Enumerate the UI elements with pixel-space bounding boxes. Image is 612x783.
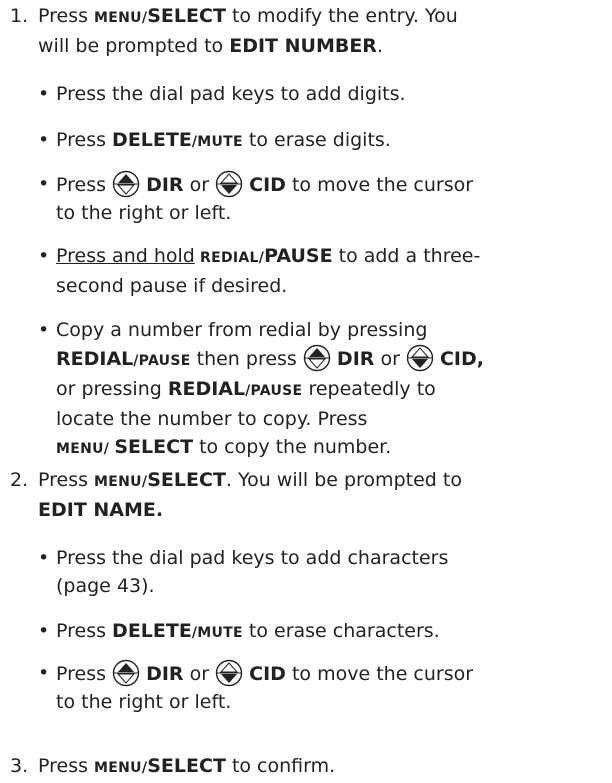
step-text: Press MENU/SELECT to modify the entry. Y… — [38, 2, 612, 60]
bullet-dot: • — [38, 173, 50, 195]
bullet-text: Press the dial pad keys to add digits. — [56, 83, 406, 105]
text: will be prompted to — [38, 35, 230, 57]
cid-key-label: CID — [249, 663, 286, 685]
text: to add a three- — [332, 245, 481, 267]
text: Press the dial pad keys to add character… — [56, 547, 449, 569]
text: second pause if desired. — [56, 275, 288, 297]
dir-up-arrow-icon — [303, 344, 331, 372]
redial-key-label: REDIAL — [56, 348, 134, 370]
redial-key-label: REDIAL — [167, 378, 246, 400]
text: to the right or left. — [56, 691, 232, 713]
menu-key-label: MENU/ — [94, 10, 148, 26]
text: Press — [38, 469, 95, 491]
text: or — [374, 348, 406, 370]
pause-key-label: /PAUSE — [245, 383, 303, 399]
text: or pressing — [56, 378, 168, 400]
text: . — [376, 35, 383, 57]
text: locate the number to copy. Press — [56, 408, 368, 430]
dir-up-arrow-icon — [112, 659, 140, 687]
dir-key-label: DIR — [336, 348, 375, 370]
text: to erase digits. — [242, 129, 391, 151]
edit-name-label: EDIT NAME. — [38, 499, 164, 521]
cid-down-arrow-icon — [406, 344, 434, 372]
menu-key-label: MENU/ — [56, 441, 115, 457]
select-key-label: SELECT — [114, 436, 194, 458]
mute-key-label: /MUTE — [191, 134, 243, 150]
dir-key-label: DIR — [146, 663, 184, 685]
text: repeatedly to — [302, 378, 436, 400]
select-key-label: SELECT — [147, 469, 226, 491]
text: to move the cursor — [285, 663, 474, 685]
delete-key-label: DELETE — [112, 620, 192, 642]
menu-key-label: MENU/ — [94, 474, 148, 490]
mute-key-label: /MUTE — [191, 625, 243, 641]
bullet-dot: • — [38, 83, 50, 105]
dir-up-arrow-icon — [112, 170, 140, 198]
bullet-dot: • — [38, 319, 50, 341]
cid-key-label: CID — [249, 174, 286, 196]
underlined-text: Press and hold — [56, 245, 195, 267]
instruction-page: 1. Press MENU/SELECT to modify the entry… — [0, 0, 612, 783]
bullet-dot: • — [38, 620, 50, 642]
edit-number-label: EDIT NUMBER — [229, 35, 377, 57]
step-text: Press MENU/SELECT to confirm. — [38, 752, 612, 782]
text: Press — [56, 174, 113, 196]
text: or — [183, 663, 216, 685]
text: or — [183, 174, 216, 196]
select-key-label: SELECT — [147, 755, 226, 777]
text: Press — [56, 129, 113, 151]
bullet-dot: • — [38, 547, 50, 569]
text: to confirm. — [225, 755, 336, 777]
text: Copy a number from redial by pressing — [56, 319, 428, 341]
select-key-label: SELECT — [147, 5, 226, 27]
cid-down-arrow-icon — [215, 659, 243, 687]
text: Press — [56, 620, 113, 642]
text: Press — [38, 755, 95, 777]
text: to copy the number. — [193, 436, 392, 458]
pause-key-label: PAUSE — [264, 245, 333, 267]
text: then press — [190, 348, 303, 370]
bullet-dot: • — [38, 245, 50, 267]
cid-key-label: CID, — [439, 348, 484, 370]
step-text: Press MENU/SELECT. You will be prompted … — [38, 466, 612, 524]
step-number: 3. — [10, 755, 29, 777]
text: Press — [56, 663, 113, 685]
text: Press — [38, 5, 95, 27]
text: to the right or left. — [56, 202, 232, 224]
text: (page 43). — [56, 575, 155, 597]
cid-down-arrow-icon — [215, 170, 243, 198]
bullet-dot: • — [38, 662, 50, 684]
pause-key-label: /PAUSE — [133, 353, 191, 369]
step-number: 1. — [10, 5, 29, 27]
delete-key-label: DELETE — [112, 129, 192, 151]
menu-key-label: MENU/ — [94, 760, 148, 776]
redial-key-label: REDIAL/ — [194, 250, 265, 266]
text: . You will be prompted to — [225, 469, 462, 491]
text: to erase characters. — [242, 620, 440, 642]
step-number: 2. — [10, 469, 29, 491]
bullet-dot: • — [38, 129, 50, 151]
dir-key-label: DIR — [146, 174, 184, 196]
text: to move the cursor — [285, 174, 474, 196]
text: to modify the entry. You — [225, 5, 458, 27]
